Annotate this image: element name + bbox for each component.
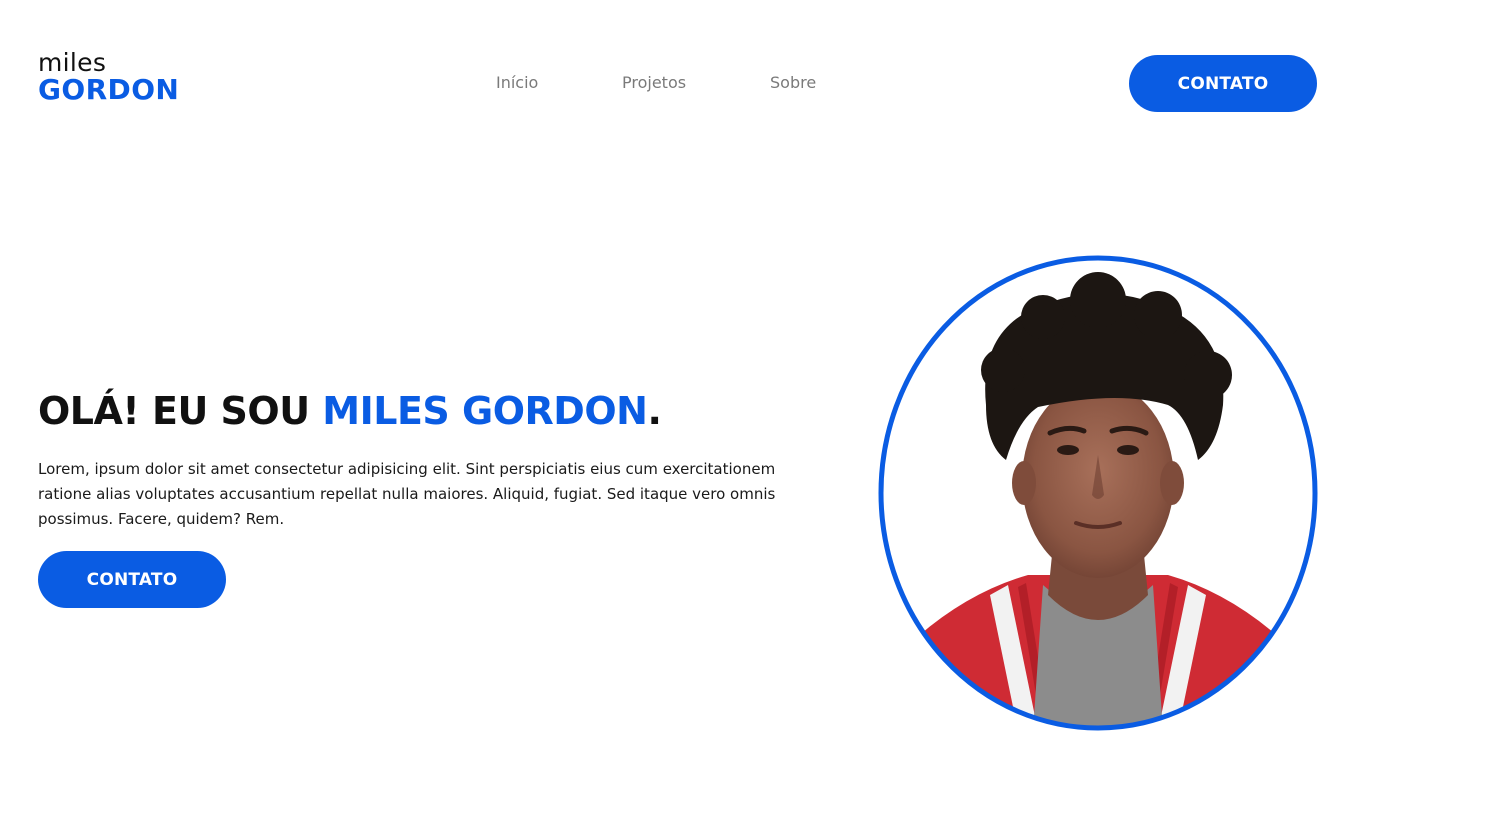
- page: miles GORDON Início Projetos Sobre CONTA…: [0, 0, 1486, 825]
- header-contact-button[interactable]: CONTATO: [1129, 55, 1317, 112]
- nav-link-sobre[interactable]: Sobre: [770, 73, 816, 93]
- hero-title: OLÁ! EU SOU MILES GORDON.: [38, 388, 662, 434]
- hero-title-name: MILES GORDON: [322, 389, 648, 433]
- hero-description: Lorem, ipsum dolor sit amet consectetur …: [38, 460, 776, 528]
- nav-link-inicio[interactable]: Início: [496, 73, 538, 93]
- nav-link-projetos[interactable]: Projetos: [622, 73, 686, 93]
- hero-contact-button[interactable]: CONTATO: [38, 551, 226, 608]
- portrait-photo: [878, 255, 1318, 731]
- hero-title-prefix: OLÁ! EU SOU: [38, 389, 323, 433]
- hero-title-suffix: .: [647, 389, 662, 433]
